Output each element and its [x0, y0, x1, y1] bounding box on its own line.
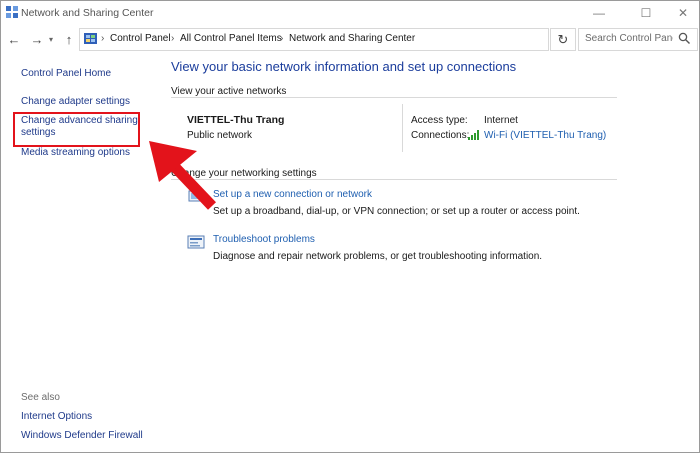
window: Network and Sharing Center — ☐ ✕ ← → ▾ ↑…: [0, 0, 700, 453]
annotation-arrow-icon: [149, 141, 216, 210]
